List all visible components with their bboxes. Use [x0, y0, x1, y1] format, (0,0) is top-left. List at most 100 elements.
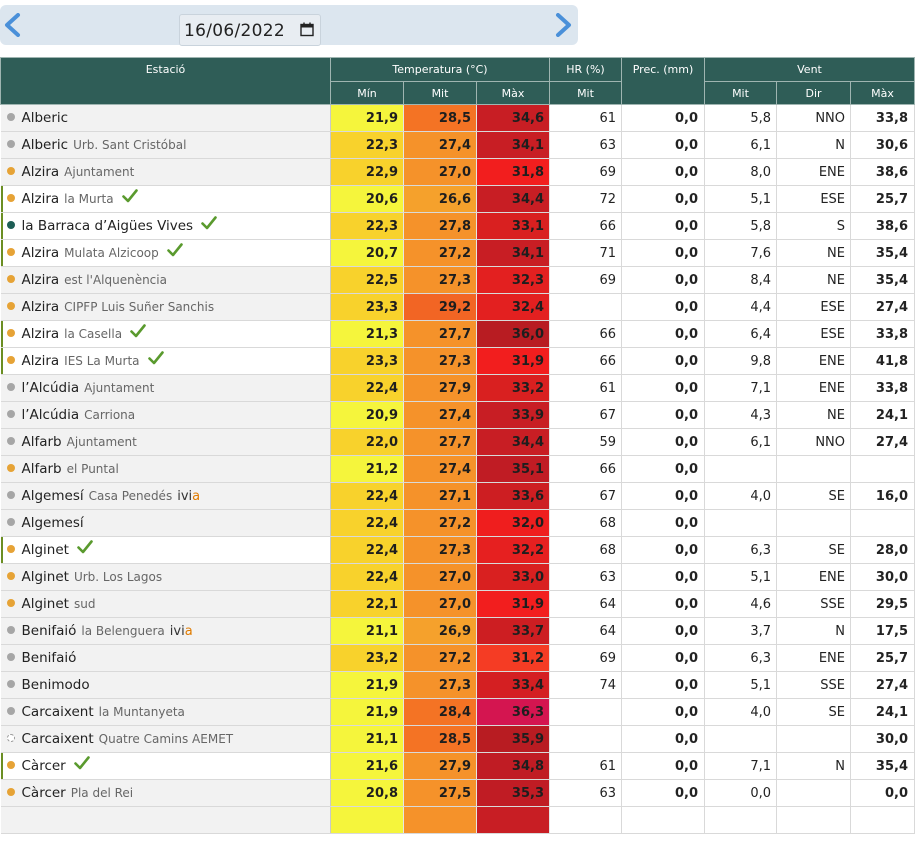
table-row[interactable]: Algemesí Casa Penedés ivia 22,4 27,1 33,6 67 0,…: [0, 482, 915, 510]
station-cell[interactable]: Alzira Ajuntament: [0, 158, 331, 186]
temp-min-cell: 21,9: [330, 104, 404, 132]
header-wind-mit[interactable]: Mit: [704, 81, 777, 105]
date-input[interactable]: 16/06/2022: [179, 14, 321, 46]
station-cell[interactable]: Algemesí Casa Penedés ivia: [0, 482, 331, 510]
station-name[interactable]: Algemesí: [22, 515, 84, 531]
table-row[interactable]: Alfarb Ajuntament 22,0 27,7 34,4 59 0,0 6,1 NNO 2…: [0, 428, 915, 456]
header-wind-dir[interactable]: Dir: [776, 81, 851, 105]
wind-max-cell: 16,0: [850, 482, 915, 510]
table-row[interactable]: Càrcer 21,6 27,9 34,8 61 0,0 7,1 N 35,4: [0, 752, 915, 780]
table-row[interactable]: Algemesí 22,4 27,2 32,0 68 0,0: [0, 509, 915, 537]
header-hr-mit[interactable]: Mit: [549, 81, 622, 105]
table-row[interactable]: Alzira Ajuntament 22,9 27,0 31,8 69 0,0 8,0 ENE 3…: [0, 158, 915, 186]
station-cell[interactable]: Alzira la Casella: [0, 320, 331, 348]
station-name[interactable]: Alzira: [22, 164, 60, 180]
station-name[interactable]: l’Alcúdia: [22, 407, 80, 423]
station-cell[interactable]: Alfarb Ajuntament: [0, 428, 331, 456]
table-row[interactable]: Alzira Mulata Alzicoop 20,7 27,2 34,1 71 0,0 7,…: [0, 239, 915, 267]
calendar-icon[interactable]: [300, 22, 314, 37]
station-name[interactable]: Càrcer: [22, 758, 66, 774]
station-cell[interactable]: Benifaió la Belenguera ivia: [0, 617, 331, 645]
station-cell[interactable]: Carcaixent Quatre Camins AEMET: [0, 725, 331, 753]
table-row[interactable]: Alzira la Casella 21,3 27,7 36,0 66 0,0 6,4 ESE 3…: [0, 320, 915, 348]
header-station[interactable]: Estació: [0, 57, 331, 105]
station-cell[interactable]: la Barraca d’Aigües Vives: [0, 212, 331, 240]
station-name[interactable]: Alginet: [22, 569, 69, 585]
header-temp-mit[interactable]: Mit: [403, 81, 477, 105]
station-cell[interactable]: Alberic Urb. Sant Cristóbal: [0, 131, 331, 159]
station-cell[interactable]: Càrcer: [0, 752, 331, 780]
station-cell[interactable]: Alzira CIPFP Luis Suñer Sanchis: [0, 293, 331, 321]
station-cell[interactable]: Benifaió: [0, 644, 331, 672]
table-row[interactable]: Carcaixent la Muntanyeta 21,9 28,4 36,3 0,0 4,…: [0, 698, 915, 726]
table-row[interactable]: Benifaió 23,2 27,2 31,2 69 0,0 6,3 ENE 25,7: [0, 644, 915, 672]
station-cell[interactable]: Càrcer Pla del Rei: [0, 779, 331, 807]
next-day-button[interactable]: [552, 13, 574, 37]
precipitation-cell: 0,0: [621, 266, 705, 294]
table-row[interactable]: l’Alcúdia Ajuntament 22,4 27,9 33,2 61 0,0 7,1 E…: [0, 374, 915, 402]
station-name[interactable]: Alberic: [22, 110, 69, 126]
station-name[interactable]: Benimodo: [22, 677, 90, 693]
station-name[interactable]: Alfarb: [22, 461, 62, 477]
table-row[interactable]: Alzira est l'Alquenència 22,5 27,3 32,3 69 0,0…: [0, 266, 915, 294]
station-name[interactable]: Alzira: [22, 191, 60, 207]
wind-mit-cell: 8,0: [704, 158, 777, 186]
station-name[interactable]: Alzira: [22, 326, 60, 342]
table-row[interactable]: Càrcer Pla del Rei 20,8 27,5 35,3 63 0,0 0,0 0,0: [0, 779, 915, 807]
station-cell[interactable]: Alfarb el Puntal: [0, 455, 331, 483]
header-precipitation[interactable]: Prec. (mm): [621, 57, 705, 105]
station-cell[interactable]: Carcaixent la Muntanyeta: [0, 698, 331, 726]
station-cell[interactable]: Alginet: [0, 536, 331, 564]
table-row[interactable]: Alberic 21,9 28,5 34,6 61 0,0 5,8 NNO 33,8: [0, 104, 915, 132]
table-row[interactable]: Alginet sud 22,1 27,0 31,9 64 0,0 4,6 SSE 29,5: [0, 590, 915, 618]
table-row[interactable]: Alberic Urb. Sant Cristóbal 22,3 27,4 34,1 63…: [0, 131, 915, 159]
station-cell[interactable]: Alzira IES La Murta: [0, 347, 331, 375]
table-row[interactable]: Alzira la Murta 20,6 26,6 34,4 72 0,0 5,1 ESE 25,…: [0, 185, 915, 213]
station-cell[interactable]: Alginet Urb. Los Lagos: [0, 563, 331, 591]
station-name[interactable]: Benifaió: [22, 650, 77, 666]
station-cell[interactable]: [0, 806, 331, 834]
station-cell[interactable]: Algemesí: [0, 509, 331, 537]
header-temp-max[interactable]: Màx: [476, 81, 550, 105]
station-cell[interactable]: Alberic: [0, 104, 331, 132]
table-row[interactable]: Carcaixent Quatre Camins AEMET 21,1 28,5 35,…: [0, 725, 915, 753]
station-cell[interactable]: l’Alcúdia Carriona: [0, 401, 331, 429]
station-name[interactable]: Benifaió: [22, 623, 77, 639]
station-cell[interactable]: Alzira Mulata Alzicoop: [0, 239, 331, 267]
station-cell[interactable]: Benimodo: [0, 671, 331, 699]
station-name[interactable]: Algemesí: [22, 488, 84, 504]
station-name[interactable]: Alzira: [22, 272, 60, 288]
station-name[interactable]: la Barraca d’Aigües Vives: [22, 218, 194, 234]
station-name[interactable]: Carcaixent: [22, 704, 94, 720]
table-row[interactable]: Benifaió la Belenguera ivia 21,1 26,9 33,7 64 0…: [0, 617, 915, 645]
table-row[interactable]: Benimodo 21,9 27,3 33,4 74 0,0 5,1 SSE 27,4: [0, 671, 915, 699]
station-name[interactable]: Alberic: [22, 137, 69, 153]
station-name[interactable]: Alzira: [22, 245, 60, 261]
table-row[interactable]: la Barraca d’Aigües Vives 22,3 27,8 33,1 66 0…: [0, 212, 915, 240]
station-cell[interactable]: Alzira est l'Alquenència: [0, 266, 331, 294]
station-name[interactable]: Alginet: [22, 542, 69, 558]
checkmark-icon: [166, 243, 183, 261]
station-name[interactable]: l’Alcúdia: [22, 380, 80, 396]
station-name[interactable]: Alginet: [22, 596, 69, 612]
station-name[interactable]: Alzira: [22, 353, 60, 369]
station-name[interactable]: Alfarb: [22, 434, 62, 450]
table-row[interactable]: [0, 806, 915, 834]
previous-day-button[interactable]: [2, 13, 24, 37]
table-row[interactable]: Alfarb el Puntal 21,2 27,4 35,1 66 0,0: [0, 455, 915, 483]
station-name[interactable]: Carcaixent: [22, 731, 94, 747]
header-wind-max[interactable]: Màx: [850, 81, 915, 105]
humidity-cell: 69: [549, 266, 622, 294]
table-row[interactable]: Alzira CIPFP Luis Suñer Sanchis 23,3 29,2 32…: [0, 293, 915, 321]
header-temp-min[interactable]: Mín: [330, 81, 404, 105]
station-cell[interactable]: Alginet sud: [0, 590, 331, 618]
table-row[interactable]: l’Alcúdia Carriona 20,9 27,4 33,9 67 0,0 4,3 NE 2…: [0, 401, 915, 429]
station-cell[interactable]: l’Alcúdia Ajuntament: [0, 374, 331, 402]
table-row[interactable]: Alzira IES La Murta 23,3 27,3 31,9 66 0,0 9,8 EN…: [0, 347, 915, 375]
table-row[interactable]: Alginet Urb. Los Lagos 22,4 27,0 33,0 63 0,0 5,…: [0, 563, 915, 591]
table-row[interactable]: Alginet 22,4 27,3 32,2 68 0,0 6,3 SE 28,0: [0, 536, 915, 564]
station-name[interactable]: Alzira: [22, 299, 60, 315]
station-cell[interactable]: Alzira la Murta: [0, 185, 331, 213]
precipitation-cell: 0,0: [621, 509, 705, 537]
station-name[interactable]: Càrcer: [22, 785, 66, 801]
